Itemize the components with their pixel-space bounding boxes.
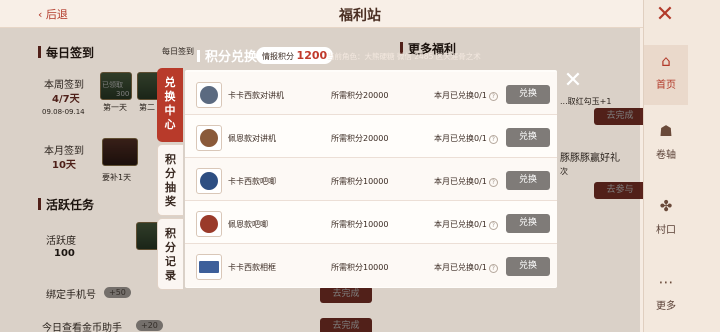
item-name: 佩恩款吧唧 bbox=[228, 220, 268, 229]
page-title: 福利站 bbox=[339, 8, 381, 24]
item-thumbnail bbox=[196, 211, 222, 237]
item-cost: 所需积分20000 bbox=[331, 91, 389, 100]
exchange-button[interactable]: 兑换 bbox=[506, 171, 550, 190]
tab-label: 积分记录 bbox=[165, 227, 176, 282]
sidebar-item-more[interactable]: ⋯ 更多 bbox=[644, 266, 688, 326]
item-image bbox=[199, 261, 219, 273]
help-icon[interactable]: ? bbox=[488, 178, 498, 187]
item-redeemed: 本月已兑换0/1? bbox=[434, 133, 498, 144]
list-item: 卡卡西款相框 所需积分10000 本月已兑换0/1? 兑换 bbox=[185, 244, 557, 287]
exchange-button[interactable]: 兑换 bbox=[506, 214, 550, 233]
sidebar-item-label: 村口 bbox=[656, 225, 676, 236]
item-image bbox=[200, 172, 218, 190]
item-redeemed: 本月已兑换0/1? bbox=[434, 219, 498, 230]
exchange-button[interactable]: 兑换 bbox=[506, 257, 550, 276]
sidebar-item-label: 更多 bbox=[656, 301, 676, 312]
right-sidebar: ✕ ⌂ 首页 ☗ 卷轴 ✤ 村口 ⋯ 更多 bbox=[643, 0, 720, 332]
item-name: 卡卡西款吧唧 bbox=[228, 177, 276, 186]
item-name: 佩恩款对讲机 bbox=[228, 134, 276, 143]
item-thumbnail bbox=[196, 125, 222, 151]
pinwheel-icon: ✤ bbox=[659, 197, 673, 215]
sidebar-item-village[interactable]: ✤ 村口 bbox=[644, 190, 688, 250]
item-thumbnail bbox=[196, 254, 222, 280]
tab-points-record[interactable]: 积分记录 bbox=[157, 218, 183, 290]
item-image bbox=[200, 129, 218, 147]
item-cost: 所需积分10000 bbox=[331, 263, 389, 272]
points-label: 情报积分 bbox=[262, 52, 294, 61]
tab-points-lottery[interactable]: 积分抽奖 bbox=[157, 144, 183, 216]
help-icon[interactable]: ? bbox=[488, 135, 498, 144]
tab-exchange-center[interactable]: 兑换中心 bbox=[157, 68, 183, 142]
close-icon[interactable]: ✕ bbox=[654, 4, 676, 26]
item-thumbnail bbox=[196, 82, 222, 108]
modal-close-icon[interactable]: ✕ bbox=[560, 68, 586, 96]
points-value: 1200 bbox=[296, 49, 328, 62]
list-item: 佩恩款对讲机 所需积分20000 本月已兑换0/1? 兑换 bbox=[185, 115, 557, 158]
item-name: 卡卡西款对讲机 bbox=[228, 91, 284, 100]
exchange-button[interactable]: 兑换 bbox=[506, 128, 550, 147]
list-item: 卡卡西款对讲机 所需积分20000 本月已兑换0/1? 兑换 bbox=[185, 72, 557, 115]
sidebar-item-scroll[interactable]: ☗ 卷轴 bbox=[644, 115, 688, 175]
top-bar: ‹ 后退 福利站 bbox=[0, 0, 720, 28]
home-icon: ⌂ bbox=[661, 52, 671, 70]
item-thumbnail bbox=[196, 168, 222, 194]
item-image bbox=[200, 215, 218, 233]
item-image bbox=[200, 86, 218, 104]
sidebar-item-label: 首页 bbox=[656, 80, 676, 91]
points-badge: 情报积分 1200 bbox=[256, 47, 334, 64]
tab-label: 兑换中心 bbox=[164, 76, 176, 131]
help-icon[interactable]: ? bbox=[488, 92, 498, 101]
help-icon[interactable]: ? bbox=[488, 221, 498, 230]
exchange-list: 卡卡西款对讲机 所需积分20000 本月已兑换0/1? 兑换 佩恩款对讲机 所需… bbox=[185, 70, 557, 288]
item-redeemed: 本月已兑换0/1? bbox=[434, 176, 498, 187]
item-name: 卡卡西款相框 bbox=[228, 263, 276, 272]
help-icon[interactable]: ? bbox=[488, 264, 498, 273]
item-cost: 所需积分20000 bbox=[331, 134, 389, 143]
current-role: 当前角色：大熊硬糖 微信 2485 区天涯骨之术 bbox=[327, 52, 481, 61]
sidebar-item-home[interactable]: ⌂ 首页 bbox=[644, 45, 688, 105]
list-item: 卡卡西款吧唧 所需积分10000 本月已兑换0/1? 兑换 bbox=[185, 158, 557, 201]
sidebar-item-label: 卷轴 bbox=[656, 150, 676, 161]
more-icon: ⋯ bbox=[658, 273, 674, 291]
list-item: 佩恩款吧唧 所需积分10000 本月已兑换0/1? 兑换 bbox=[185, 201, 557, 244]
modal-title: 积分兑换 bbox=[197, 46, 257, 65]
tab-label: 积分抽奖 bbox=[165, 153, 176, 208]
item-redeemed: 本月已兑换0/1? bbox=[434, 90, 498, 101]
item-cost: 所需积分10000 bbox=[331, 220, 389, 229]
item-cost: 所需积分10000 bbox=[331, 177, 389, 186]
scroll-icon: ☗ bbox=[659, 122, 673, 140]
item-redeemed: 本月已兑换0/1? bbox=[434, 262, 498, 273]
exchange-button[interactable]: 兑换 bbox=[506, 85, 550, 104]
